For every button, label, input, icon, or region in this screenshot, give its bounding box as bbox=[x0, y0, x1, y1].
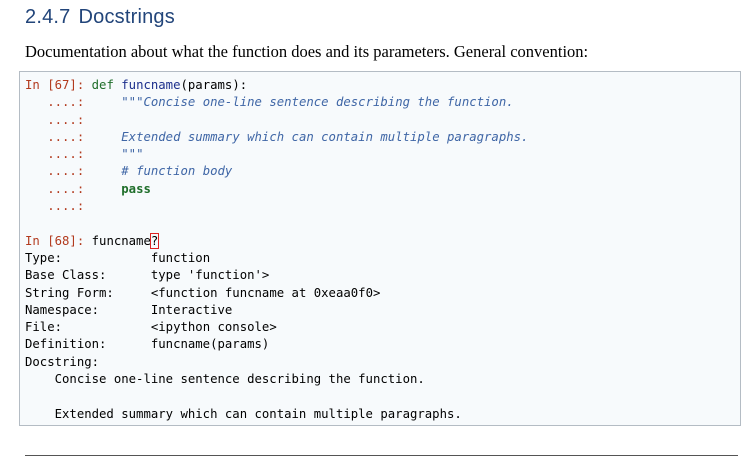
docstring-summary: """Concise one-line sentence describing … bbox=[121, 95, 514, 110]
code-block: In [67]: def funcname(params): ....: """… bbox=[19, 71, 741, 426]
info-label: Namespace: bbox=[25, 302, 100, 317]
docstring-extended: Extended summary which can contain multi… bbox=[121, 129, 529, 144]
continuation-prompt: ....: bbox=[25, 129, 85, 144]
pass-keyword: pass bbox=[121, 181, 151, 196]
continuation-prompt: ....: bbox=[25, 181, 85, 196]
function-name: funcname bbox=[121, 78, 181, 92]
info-row-string-form: String Form: <function funcname at 0xeaa… bbox=[25, 285, 740, 302]
info-value: function bbox=[150, 250, 211, 265]
docstring-label: Docstring: bbox=[25, 354, 100, 369]
continuation-prompt: ....: bbox=[25, 164, 85, 179]
code-line-spacer bbox=[25, 215, 740, 232]
query-input: funcname bbox=[91, 233, 151, 248]
function-params: (params): bbox=[180, 78, 248, 92]
section-title: Docstrings bbox=[78, 6, 175, 28]
code-line-blank: ....: bbox=[25, 112, 740, 129]
info-label: Base Class: bbox=[25, 268, 107, 283]
info-label: String Form: bbox=[25, 285, 114, 300]
info-row-definition: Definition: funcname(params) bbox=[25, 336, 740, 353]
section-number: 2.4.7 bbox=[25, 6, 71, 28]
info-label: Definition: bbox=[25, 337, 107, 352]
code-line-docstring-extended: ....: Extended summary which can contain… bbox=[25, 129, 740, 146]
intro-paragraph: Documentation about what the function do… bbox=[25, 42, 589, 61]
code-line-end: ....: bbox=[25, 198, 740, 215]
section-heading: 2.4.7 Docstrings bbox=[25, 6, 175, 29]
docstring-output-summary: Concise one-line sentence describing the… bbox=[25, 372, 425, 387]
info-value: type 'function'> bbox=[150, 268, 270, 283]
continuation-prompt: ....: bbox=[25, 112, 85, 127]
horizontal-rule bbox=[25, 455, 738, 456]
continuation-prompt: ....: bbox=[25, 147, 85, 162]
info-row-namespace: Namespace: Interactive bbox=[25, 302, 740, 319]
info-value: funcname(params) bbox=[150, 337, 270, 352]
continuation-prompt: ....: bbox=[25, 95, 85, 110]
info-row-file: File: <ipython console> bbox=[25, 319, 740, 336]
code-line-pass: ....: pass bbox=[25, 181, 740, 198]
code-line-query: In [68]: funcname? bbox=[25, 232, 740, 250]
docstring-close: """ bbox=[121, 147, 144, 162]
input-prompt-67: In [67]: bbox=[25, 78, 85, 92]
continuation-prompt: ....: bbox=[25, 199, 85, 214]
info-value: <function funcname at 0xeaa0f0> bbox=[150, 285, 381, 300]
code-comment: # function body bbox=[121, 164, 233, 179]
code-line-docstring-close: ....: """ bbox=[25, 146, 740, 163]
input-prompt-68: In [68]: bbox=[25, 233, 85, 248]
info-label: Type: bbox=[25, 250, 63, 265]
code-line-docstring-open: ....: """Concise one-line sentence descr… bbox=[25, 94, 740, 111]
info-label: File: bbox=[25, 320, 63, 335]
info-row-base-class: Base Class: type 'function'> bbox=[25, 267, 740, 284]
text-cursor-qmark: ? bbox=[149, 232, 160, 249]
info-row-type: Type: function bbox=[25, 250, 740, 267]
docstring-output-blank bbox=[25, 388, 740, 405]
code-line-def: In [67]: def funcname(params): bbox=[25, 77, 740, 94]
info-value: Interactive bbox=[150, 302, 233, 317]
def-keyword: def bbox=[91, 78, 114, 92]
info-value: <ipython console> bbox=[150, 320, 277, 335]
docstring-output-extended: Extended summary which can contain multi… bbox=[25, 406, 462, 421]
code-line-comment: ....: # function body bbox=[25, 163, 740, 180]
